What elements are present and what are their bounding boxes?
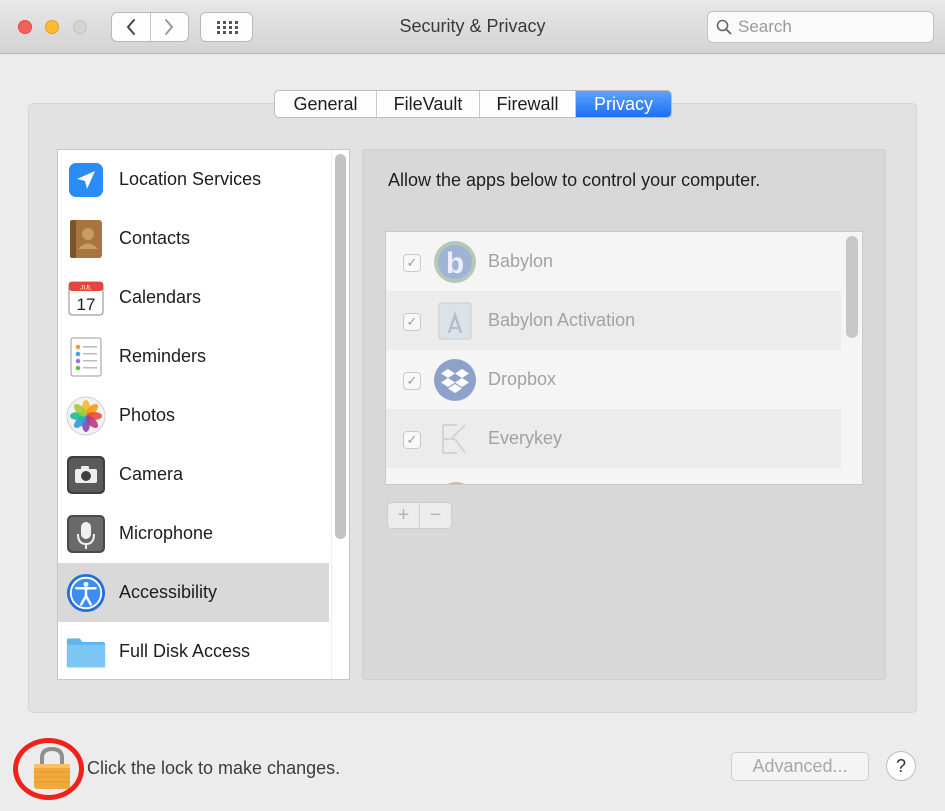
installer-icon (438, 302, 472, 340)
sidebar-item-label: Photos (119, 405, 176, 425)
microphone-icon (66, 514, 106, 554)
everykey-icon (442, 424, 466, 454)
search-icon (716, 19, 732, 35)
tab-privacy[interactable]: Privacy (575, 91, 671, 117)
app-name: Everykey (488, 428, 563, 448)
sidebar-item-label: Calendars (119, 287, 202, 307)
sidebar-item-microphone[interactable]: Microphone (58, 504, 329, 563)
search-field[interactable] (707, 11, 934, 43)
grid-icon (216, 21, 238, 34)
privacy-category-list[interactable]: Location Services Contacts JUL 17 Calend… (57, 149, 350, 680)
app-checkbox[interactable]: ✓ (403, 372, 421, 390)
sidebar-item-label: Full Disk Access (119, 641, 251, 661)
remove-app-button[interactable]: − (419, 503, 451, 528)
folder-icon (66, 632, 106, 672)
sidebar-item-location-services[interactable]: Location Services (58, 150, 329, 209)
sidebar-item-contacts[interactable]: Contacts (58, 209, 329, 268)
contacts-book-icon (66, 219, 106, 259)
category-scroll-thumb[interactable] (335, 154, 346, 539)
chevron-right-icon (165, 19, 174, 35)
babylon-icon: b (434, 241, 476, 283)
sidebar-item-label: Location Services (119, 169, 262, 189)
advanced-button[interactable]: Advanced... (731, 752, 869, 781)
app-name: Babylon Activation (488, 310, 636, 330)
babylon-letter: b (446, 247, 464, 280)
sidebar-item-label: Microphone (119, 523, 214, 543)
tab-filevault[interactable]: FileVault (376, 91, 479, 117)
calendar-month-text: JUL (80, 284, 92, 291)
zoom-button[interactable] (73, 20, 87, 34)
app-list[interactable]: ✓ b Babylon ✓ Babylon Activation ✓ Dropb… (385, 231, 863, 485)
tab-firewall[interactable]: Firewall (479, 91, 575, 117)
lock-highlight-ring (13, 738, 84, 800)
lock-message: Click the lock to make changes. (87, 758, 341, 778)
dropbox-icon (434, 359, 476, 401)
sidebar-item-label: Camera (119, 464, 184, 484)
tab-general[interactable]: General (275, 91, 376, 117)
accessibility-icon (66, 573, 106, 613)
minimize-button[interactable] (45, 20, 59, 34)
sidebar-item-accessibility[interactable]: Accessibility (58, 563, 329, 622)
sidebar-item-camera[interactable]: Camera (58, 445, 329, 504)
app-name: Dropbox (488, 369, 557, 389)
sidebar-item-calendars[interactable]: JUL 17 Calendars (58, 268, 329, 327)
app-row-babylon-activation[interactable]: ✓ Babylon Activation (386, 291, 841, 350)
location-arrow-icon (66, 160, 106, 200)
accessibility-description: Allow the apps below to control your com… (388, 170, 761, 190)
calendar-day-text: 17 (77, 295, 96, 314)
forward-button[interactable] (149, 13, 189, 41)
reminders-list-icon (66, 337, 106, 377)
app-row-dropbox[interactable]: ✓ Dropbox (386, 350, 841, 409)
chevron-left-icon (126, 19, 135, 35)
tab-bar: General FileVault Firewall Privacy (274, 90, 672, 118)
sidebar-item-label: Contacts (119, 228, 191, 248)
app-checkbox[interactable]: ✓ (403, 254, 421, 272)
calendar-icon: JUL 17 (66, 278, 106, 318)
add-app-button[interactable]: + (388, 503, 419, 528)
back-button[interactable] (112, 13, 150, 41)
photos-flower-icon (66, 396, 106, 436)
camera-icon (66, 455, 106, 495)
window-title: Security & Privacy (399, 16, 546, 36)
history-nav (111, 12, 189, 42)
title-bar: Security & Privacy (0, 0, 945, 54)
app-checkbox[interactable]: ✓ (403, 431, 421, 449)
app-list-scroll-thumb[interactable] (846, 236, 858, 338)
sidebar-item-label: Reminders (119, 346, 207, 366)
sidebar-item-reminders[interactable]: Reminders (58, 327, 329, 386)
sidebar-item-photos[interactable]: Photos (58, 386, 329, 445)
sidebar-item-full-disk-access[interactable]: Full Disk Access (58, 622, 329, 679)
search-input[interactable] (738, 17, 918, 37)
app-row-everykey[interactable]: ✓ Everykey (386, 409, 841, 468)
app-icon-partial (447, 482, 465, 484)
show-all-button[interactable] (200, 12, 253, 42)
close-button[interactable] (18, 20, 32, 34)
add-remove-controls: + − (387, 502, 452, 529)
sidebar-item-label: Accessibility (119, 582, 218, 602)
app-row-babylon[interactable]: ✓ b Babylon (386, 232, 841, 291)
app-name: Babylon (488, 251, 554, 271)
app-checkbox[interactable]: ✓ (403, 313, 421, 331)
help-button[interactable]: ? (886, 751, 916, 781)
app-row-partial[interactable] (386, 468, 841, 484)
